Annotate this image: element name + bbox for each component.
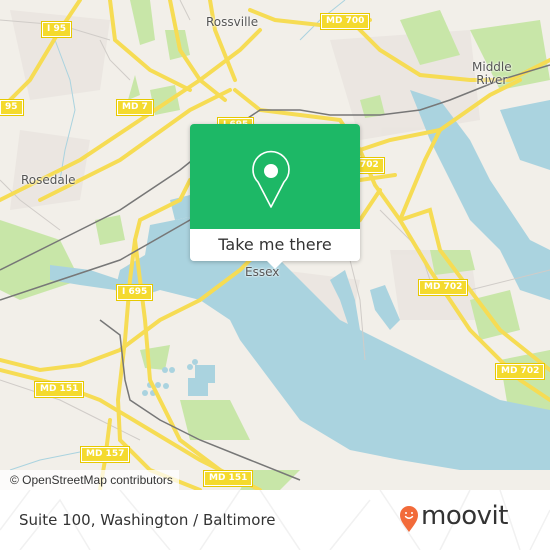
- road-shield-i95-west: 95: [0, 99, 24, 116]
- road-shield-i95-north: I 95: [40, 21, 73, 38]
- road-shield-md702-b: MD 702: [494, 363, 546, 380]
- map-attribution[interactable]: © OpenStreetMap contributors: [0, 470, 179, 490]
- map[interactable]: Rossville Middle River Rosedale Essex I …: [0, 0, 550, 490]
- road-shield-md151-a: MD 151: [33, 381, 85, 398]
- moovit-wordmark: moovit: [421, 501, 508, 531]
- moovit-pin-icon: [400, 506, 418, 532]
- location-title: Suite 100, Washington / Baltimore: [19, 511, 276, 529]
- road-shield-i695: I 695: [115, 284, 154, 301]
- popup-header: [190, 124, 360, 229]
- footer: Suite 100, Washington / Baltimore moovit: [0, 490, 550, 550]
- road-shield-md7: MD 7: [116, 99, 154, 116]
- take-me-there-label: Take me there: [218, 235, 332, 254]
- road-shield-md700: MD 700: [319, 13, 371, 30]
- place-label-middle-river: Middle River: [472, 60, 512, 87]
- place-label-rossville: Rossville: [206, 15, 259, 29]
- location-popup[interactable]: Take me there: [190, 124, 360, 269]
- popup-pointer: [266, 260, 284, 269]
- road-shield-md702-a: MD 702: [417, 279, 469, 296]
- location-pin-icon: [252, 150, 290, 208]
- road-shield-md151-b: MD 151: [202, 470, 254, 487]
- place-label-rosedale: Rosedale: [21, 173, 76, 187]
- take-me-there-button[interactable]: Take me there: [190, 229, 360, 261]
- road-shield-md157: MD 157: [79, 446, 131, 463]
